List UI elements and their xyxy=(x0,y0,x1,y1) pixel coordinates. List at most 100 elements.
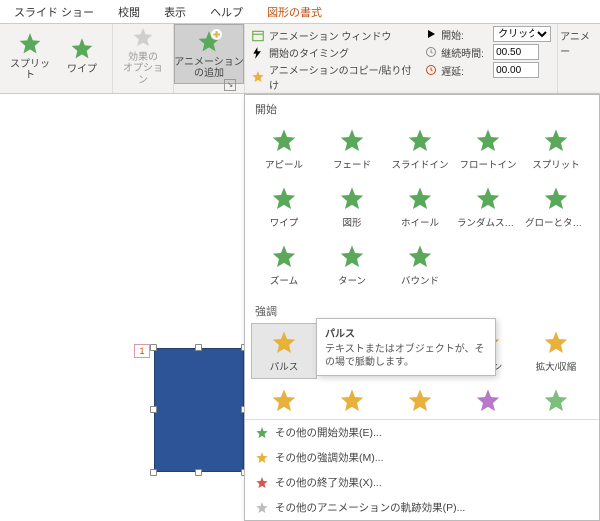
gallery-item[interactable]: 図形 xyxy=(319,179,385,235)
star-icon xyxy=(270,387,298,415)
animation-painter-button[interactable]: アニメーションのコピー/貼り付け xyxy=(251,62,413,92)
more-motion-paths[interactable]: その他のアニメーションの軌跡効果(P)... xyxy=(245,495,599,520)
star-icon xyxy=(406,127,434,155)
animation-pane-button[interactable]: アニメーション ウィンドウ xyxy=(251,28,413,43)
advanced-animation-subgroup: アニメーション ウィンドウ 開始のタイミング アニメーションのコピー/貼り付け xyxy=(245,24,419,93)
tab-shapeformat[interactable]: 図形の書式 xyxy=(257,2,332,22)
timing-duration-label: 継続時間: xyxy=(441,45,489,60)
resize-handle[interactable] xyxy=(195,344,202,351)
gallery-item[interactable]: ズーム xyxy=(251,237,317,293)
effect-item-wipe[interactable]: ワイプ xyxy=(58,26,106,86)
star-icon xyxy=(270,243,298,271)
star-icon xyxy=(255,476,269,490)
timing-group: 開始: クリック時 継続時間: 遅延: xyxy=(419,24,557,93)
dialog-launcher[interactable]: ↘ xyxy=(224,79,236,91)
selected-shape[interactable]: 1 xyxy=(154,348,244,472)
gallery-item[interactable]: バウンド xyxy=(387,237,453,293)
tooltip-body: テキストまたはオブジェクトが、その場で脈動します。 xyxy=(325,343,487,369)
resize-handle[interactable] xyxy=(150,344,157,351)
gallery-item[interactable]: アピール xyxy=(251,121,317,177)
tooltip: パルス テキストまたはオブジェクトが、その場で脈動します。 xyxy=(316,318,496,376)
star-icon xyxy=(270,127,298,155)
gallery-item[interactable]: オブジェクト ... xyxy=(387,381,453,419)
star-icon xyxy=(255,426,269,440)
gallery-item[interactable]: フロートイン xyxy=(455,121,521,177)
rectangle-shape[interactable] xyxy=(154,348,244,472)
star-icon xyxy=(474,127,502,155)
footer-label: その他のアニメーションの軌跡効果(P)... xyxy=(275,500,465,515)
star-icon xyxy=(17,31,43,57)
cutoff-label: アニメー xyxy=(560,32,590,58)
timing-duration-input[interactable] xyxy=(493,44,539,60)
gallery-item[interactable]: ターン xyxy=(319,237,385,293)
effect-options-group: 効果の オプション xyxy=(113,24,174,93)
resize-handle[interactable] xyxy=(195,469,202,476)
star-icon xyxy=(474,387,502,415)
effect-gallery-group: スプリット ワイプ xyxy=(0,24,113,93)
effect-item-label: ワイプ xyxy=(67,64,97,76)
resize-handle[interactable] xyxy=(150,469,157,476)
ribbon: スプリット ワイプ 効果の オプション アニメーション の追加 アニメーション … xyxy=(0,24,600,94)
more-exit-effects[interactable]: その他の終了効果(X)... xyxy=(245,470,599,495)
star-icon xyxy=(270,329,298,357)
bolt-icon xyxy=(251,46,265,60)
footer-label: その他の強調効果(M)... xyxy=(275,450,384,465)
gallery-item[interactable]: 線の色 xyxy=(523,381,589,419)
more-entrance-effects[interactable]: その他の開始効果(E)... xyxy=(245,420,599,445)
gallery-footer: その他の開始効果(E)... その他の強調効果(M)... その他の終了効果(X… xyxy=(245,419,599,520)
gallery-item-label: ズーム xyxy=(270,273,298,287)
add-animation-button[interactable]: アニメーション の追加 xyxy=(174,24,244,84)
more-emphasis-effects[interactable]: その他の強調効果(M)... xyxy=(245,445,599,470)
ribbon-tabs: スライド ショー 校閲 表示 ヘルプ 図形の書式 xyxy=(0,0,600,24)
star-icon xyxy=(130,26,156,50)
effect-item-split[interactable]: スプリット xyxy=(6,26,54,86)
gallery-item[interactable]: 補色 xyxy=(455,381,521,419)
timing-start-select[interactable]: クリック時 xyxy=(493,26,551,42)
gallery-item[interactable]: ランダムスト... xyxy=(455,179,521,235)
pane-icon xyxy=(251,29,265,43)
gallery-item-label: ランダムスト... xyxy=(457,215,519,229)
star-icon xyxy=(542,329,570,357)
gallery-item[interactable]: 拡大/収縮 xyxy=(523,323,589,379)
add-animation-gallery: 開始 アピール フェード スライドインフロートインスプリットワイプ図形ホイール ランダ… xyxy=(244,94,600,521)
gallery-item[interactable]: 透過性 xyxy=(319,381,385,419)
tab-review[interactable]: 校閲 xyxy=(108,2,150,22)
timing-delay-input[interactable] xyxy=(493,62,539,78)
gallery-item[interactable]: フェード xyxy=(319,121,385,177)
star-icon xyxy=(338,387,366,415)
tab-view[interactable]: 表示 xyxy=(154,2,196,22)
gallery-item[interactable]: ホイール xyxy=(387,179,453,235)
clock-icon xyxy=(425,46,437,58)
tab-help[interactable]: ヘルプ xyxy=(200,2,253,22)
gallery-item[interactable]: 薄く xyxy=(251,381,317,419)
trigger-button[interactable]: 開始のタイミング xyxy=(251,45,413,60)
gallery-item[interactable]: グローとターン xyxy=(523,179,589,235)
star-icon xyxy=(338,243,366,271)
timing-delay-label: 遅延: xyxy=(441,63,489,78)
button-label: アニメーションのコピー/貼り付け xyxy=(269,62,413,92)
resize-handle[interactable] xyxy=(150,406,157,413)
gallery-item[interactable]: スライドイン xyxy=(387,121,453,177)
entrance-grid: アピール フェード スライドインフロートインスプリットワイプ図形ホイール ランダムスト… xyxy=(245,121,599,297)
star-icon xyxy=(406,243,434,271)
animation-index-tag[interactable]: 1 xyxy=(134,344,150,358)
effect-options-button: 効果の オプション xyxy=(119,26,167,86)
gallery-item-label: フェード xyxy=(333,157,371,171)
gallery-item[interactable]: スプリット xyxy=(523,121,589,177)
star-icon xyxy=(542,387,570,415)
star-icon xyxy=(69,36,95,62)
star-icon xyxy=(406,387,434,415)
gallery-item-label: バウンド xyxy=(401,273,439,287)
effect-item-label: スプリット xyxy=(6,59,54,82)
button-label: 効果の オプション xyxy=(119,52,167,87)
gallery-item-label: アピール xyxy=(265,157,303,171)
gallery-item-label: ホイール xyxy=(401,215,439,229)
gallery-item-label: スライドイン xyxy=(391,157,448,171)
section-header-entrance: 開始 xyxy=(245,95,599,121)
gallery-item-label: パルス xyxy=(270,359,299,373)
gallery-item-label: 拡大/収縮 xyxy=(536,359,577,373)
gallery-item[interactable]: ワイプ xyxy=(251,179,317,235)
tab-slideshow[interactable]: スライド ショー xyxy=(4,2,104,22)
gallery-item-label: フロートイン xyxy=(459,157,516,171)
gallery-item[interactable]: パルス xyxy=(251,323,317,379)
